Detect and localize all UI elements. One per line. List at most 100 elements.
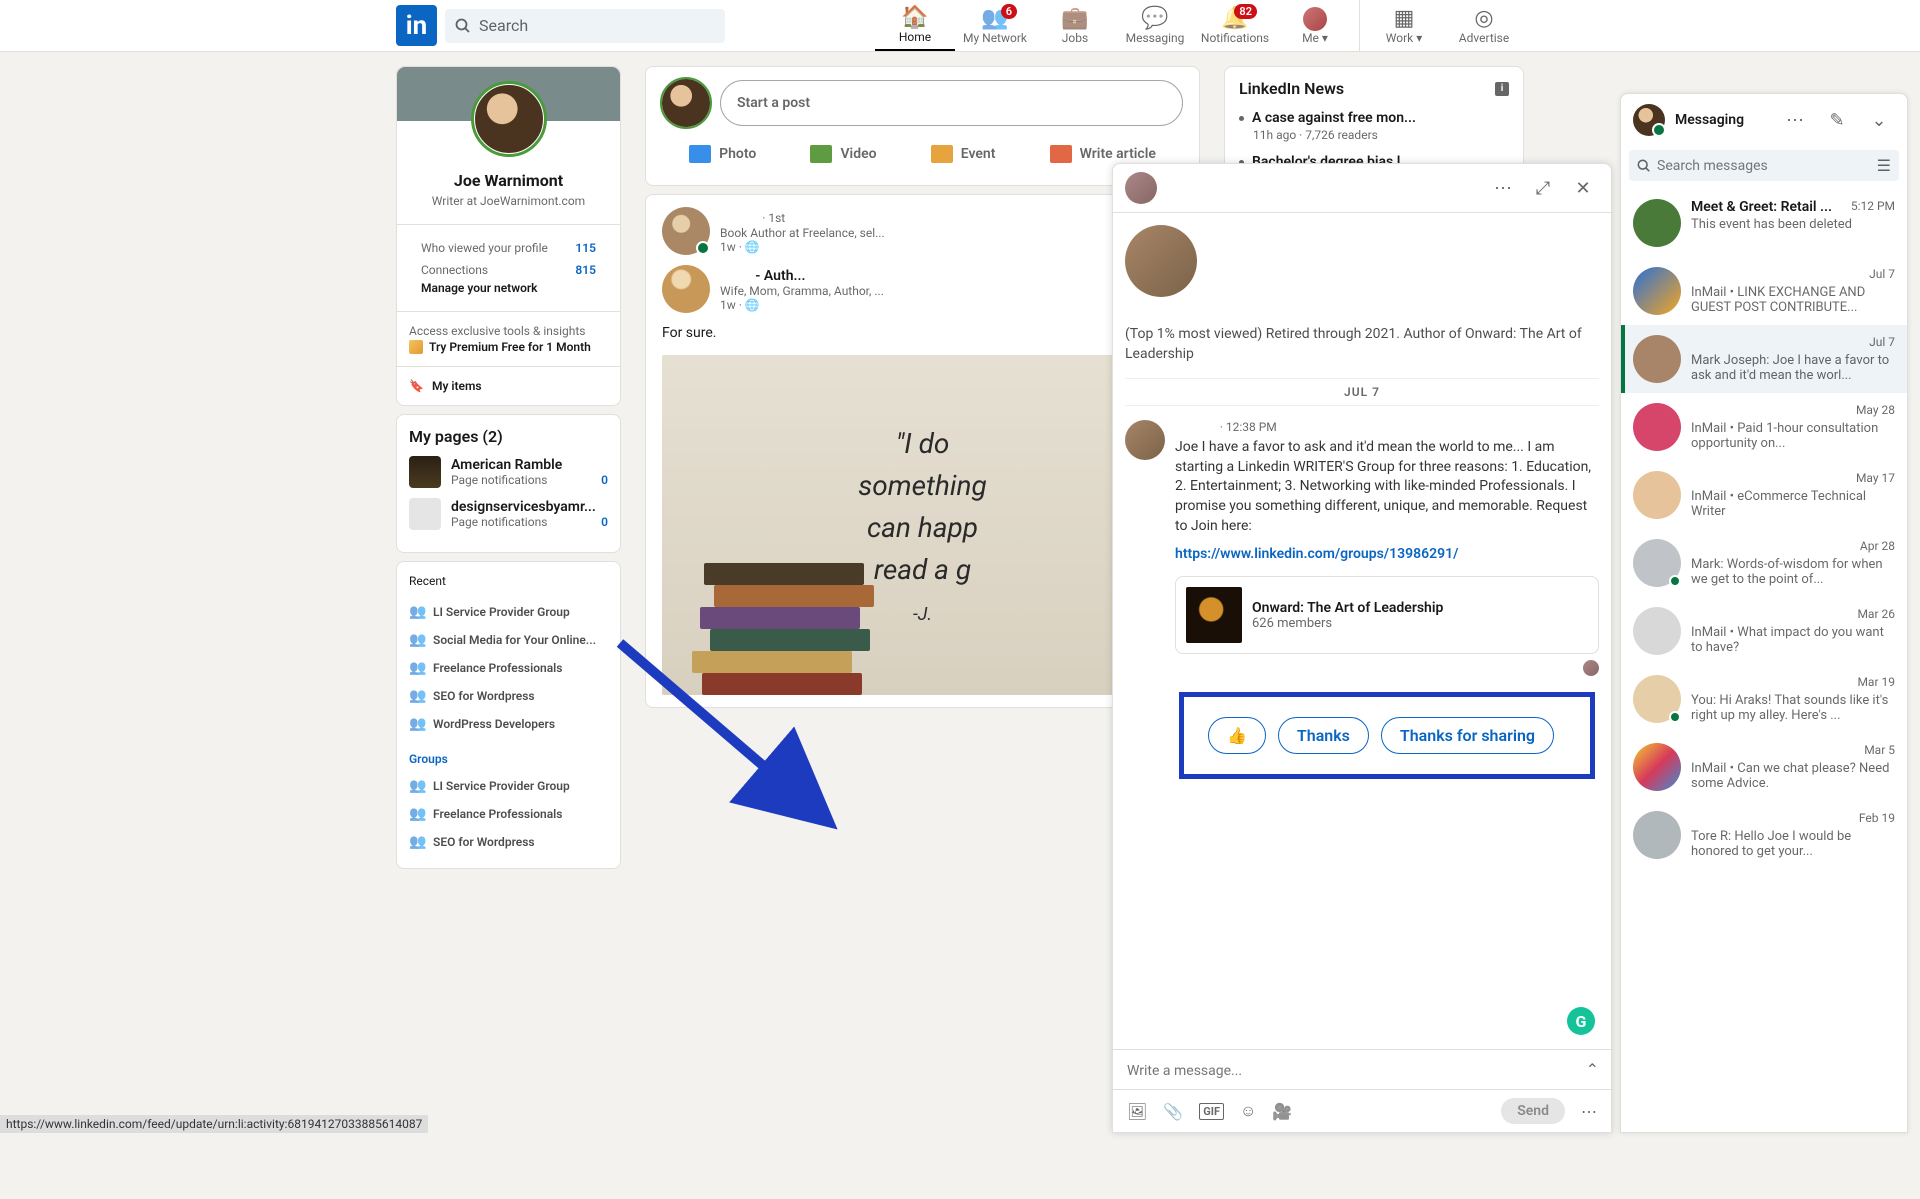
more-options-button[interactable]: ⋯ [1487, 172, 1519, 204]
news-item[interactable]: A case against free mon... 11h ago · 7,7… [1239, 110, 1509, 142]
connections-row[interactable]: Connections 815 [409, 259, 608, 281]
page-item[interactable]: American Ramble Page notifications0 [409, 456, 608, 488]
premium-upsell[interactable]: Access exclusive tools & insights Try Pr… [397, 311, 620, 366]
gif-icon[interactable]: GIF [1199, 1103, 1224, 1120]
start-post-input[interactable]: Start a post [720, 80, 1183, 126]
conversation-item[interactable]: Apr 28Mark: Words-of-wisdom for when we … [1621, 529, 1907, 597]
group-icon: 👥 [409, 604, 425, 620]
conversation-avatar[interactable] [1125, 172, 1157, 204]
info-icon[interactable]: i [1495, 82, 1509, 96]
post-event-button[interactable]: Event [923, 135, 1004, 173]
profile-headline: Writer at JoeWarnimont.com [397, 194, 620, 208]
groups-heading[interactable]: Groups [409, 752, 608, 766]
video-icon [810, 145, 832, 163]
nav-network[interactable]: 👥 6 My Network [955, 0, 1035, 51]
nav-notifications[interactable]: 🔔 82 Notifications [1195, 0, 1275, 51]
sender-name[interactable] [1125, 305, 1599, 325]
messaging-search-input[interactable] [1657, 158, 1871, 174]
close-button[interactable]: ✕ [1567, 172, 1599, 204]
conversation-avatar [1633, 743, 1681, 791]
recent-item[interactable]: 👥WordPress Developers [409, 710, 608, 738]
messaging-header[interactable]: Messaging ⋯ ✎ ⌄ [1621, 94, 1907, 146]
nav-jobs[interactable]: 💼 Jobs [1035, 0, 1115, 51]
message-body: Joe I have a favor to ask and it'd mean … [1175, 438, 1599, 536]
conversation-avatar [1633, 811, 1681, 859]
post-photo-button[interactable]: Photo [681, 135, 764, 173]
conversation-avatar [1633, 675, 1681, 723]
expand-compose-icon[interactable]: ⌃ [1586, 1060, 1599, 1079]
nav-home[interactable]: 🏠 Home [875, 0, 955, 51]
send-button[interactable]: Send [1501, 1098, 1565, 1124]
group-icon: 👥 [409, 660, 425, 676]
conversation-item[interactable]: May 28InMail • Paid 1-hour consultation … [1621, 393, 1907, 461]
quick-reply-thumbs-up[interactable]: 👍 [1208, 717, 1266, 754]
who-viewed-row[interactable]: Who viewed your profile 115 [409, 237, 608, 259]
post-author-name[interactable] [720, 210, 758, 226]
sender-profile-avatar[interactable] [1125, 225, 1197, 297]
post-video-button[interactable]: Video [802, 135, 884, 173]
compose-new-icon[interactable]: ✎ [1821, 104, 1853, 136]
conversation-item[interactable]: Jul 7InMail • LINK EXCHANGE AND GUEST PO… [1621, 257, 1907, 325]
bookmark-icon: 🔖 [409, 379, 424, 393]
video-attach-icon[interactable]: 🎥 [1272, 1102, 1292, 1121]
post-image[interactable]: "I do something can happ read a g -J. [662, 355, 1183, 695]
recent-item[interactable]: 👥SEO for Wordpress [409, 682, 608, 710]
sender-bio: (Top 1% most viewed) Retired through 202… [1125, 325, 1599, 364]
conversation-avatar [1633, 539, 1681, 587]
page-item[interactable]: designservicesbyamr... Page notification… [409, 498, 608, 530]
group-preview-card[interactable]: Onward: The Art of Leadership 626 member… [1175, 576, 1599, 654]
conversation-avatar [1633, 335, 1681, 383]
manage-network-link[interactable]: Manage your network [421, 281, 538, 295]
conversation-item[interactable]: Mar 19You: Hi Araks! That sounds like it… [1621, 665, 1907, 733]
message-sender[interactable] [1175, 420, 1217, 434]
nav-me[interactable]: Me ▾ [1275, 0, 1355, 51]
recent-title: Recent [409, 574, 608, 588]
group-item[interactable]: 👥SEO for Wordpress [409, 828, 608, 856]
profile-avatar[interactable] [473, 83, 545, 155]
message-input[interactable] [1127, 1063, 1597, 1079]
group-item[interactable]: 👥LI Service Provider Group [409, 772, 608, 800]
conversation-list[interactable]: Meet & Greet: Retail ...5:12 PMThis even… [1621, 189, 1907, 1132]
compose-avatar [662, 79, 710, 127]
global-search[interactable]: Search [445, 9, 725, 43]
premium-icon [409, 340, 423, 354]
message-avatar[interactable] [1125, 420, 1165, 460]
messaging-panel: Messaging ⋯ ✎ ⌄ ☰ Meet & Greet: Retail .… [1620, 93, 1908, 1133]
conversation-item[interactable]: Mar 26InMail • What impact do you want t… [1621, 597, 1907, 665]
profile-name[interactable]: Joe Warnimont [397, 171, 620, 190]
conversation-item[interactable]: May 17InMail • eCommerce Technical Write… [1621, 461, 1907, 529]
page-logo [409, 456, 441, 488]
shared-author-name[interactable] [720, 268, 751, 284]
conversation-item[interactable]: Meet & Greet: Retail ...5:12 PMThis even… [1621, 189, 1907, 257]
compose-more-icon[interactable]: ⋯ [1581, 1102, 1597, 1121]
grammarly-icon[interactable]: G [1567, 1007, 1595, 1035]
quick-reply-thanks-sharing[interactable]: Thanks for sharing [1381, 717, 1554, 754]
shared-author-avatar[interactable] [662, 265, 710, 313]
file-attach-icon[interactable]: 📎 [1163, 1102, 1183, 1121]
image-attach-icon[interactable]: 🖼 [1127, 1102, 1147, 1121]
messaging-more-icon[interactable]: ⋯ [1779, 104, 1811, 136]
messaging-search[interactable]: ☰ [1629, 150, 1899, 181]
group-item[interactable]: 👥Freelance Professionals [409, 800, 608, 828]
filter-icon[interactable]: ☰ [1877, 156, 1891, 175]
compose-area: ⌃ G [1113, 1049, 1611, 1089]
recent-item[interactable]: 👥Social Media for Your Online... [409, 626, 608, 654]
minimize-button[interactable]: ⤢ [1527, 172, 1559, 204]
nav-advertise[interactable]: ◎ Advertise [1444, 0, 1524, 51]
conversation-item[interactable]: Jul 7Mark Joseph: Joe I have a favor to … [1621, 325, 1907, 393]
conversation-item[interactable]: Mar 5InMail • Can we chat please? Need s… [1621, 733, 1907, 801]
conversation-item[interactable]: Feb 19Tore R: Hello Joe I would be honor… [1621, 801, 1907, 869]
chevron-down-icon[interactable]: ⌄ [1863, 104, 1895, 136]
linkedin-logo[interactable]: in [396, 5, 437, 46]
recent-item[interactable]: 👥Freelance Professionals [409, 654, 608, 682]
message-link[interactable]: https://www.linkedin.com/groups/13986291… [1175, 546, 1599, 562]
nav-messaging[interactable]: 💬 Messaging [1115, 0, 1195, 51]
recent-item[interactable]: 👥LI Service Provider Group [409, 598, 608, 626]
group-icon: 👥 [409, 778, 425, 794]
my-items-link[interactable]: 🔖 My items [397, 366, 620, 405]
quick-replies-highlight: 👍 Thanks Thanks for sharing [1179, 692, 1595, 779]
post-author-avatar[interactable] [662, 207, 710, 255]
nav-work[interactable]: ▦ Work ▾ [1364, 0, 1444, 51]
emoji-icon[interactable]: ☺ [1240, 1101, 1256, 1121]
quick-reply-thanks[interactable]: Thanks [1278, 717, 1369, 754]
